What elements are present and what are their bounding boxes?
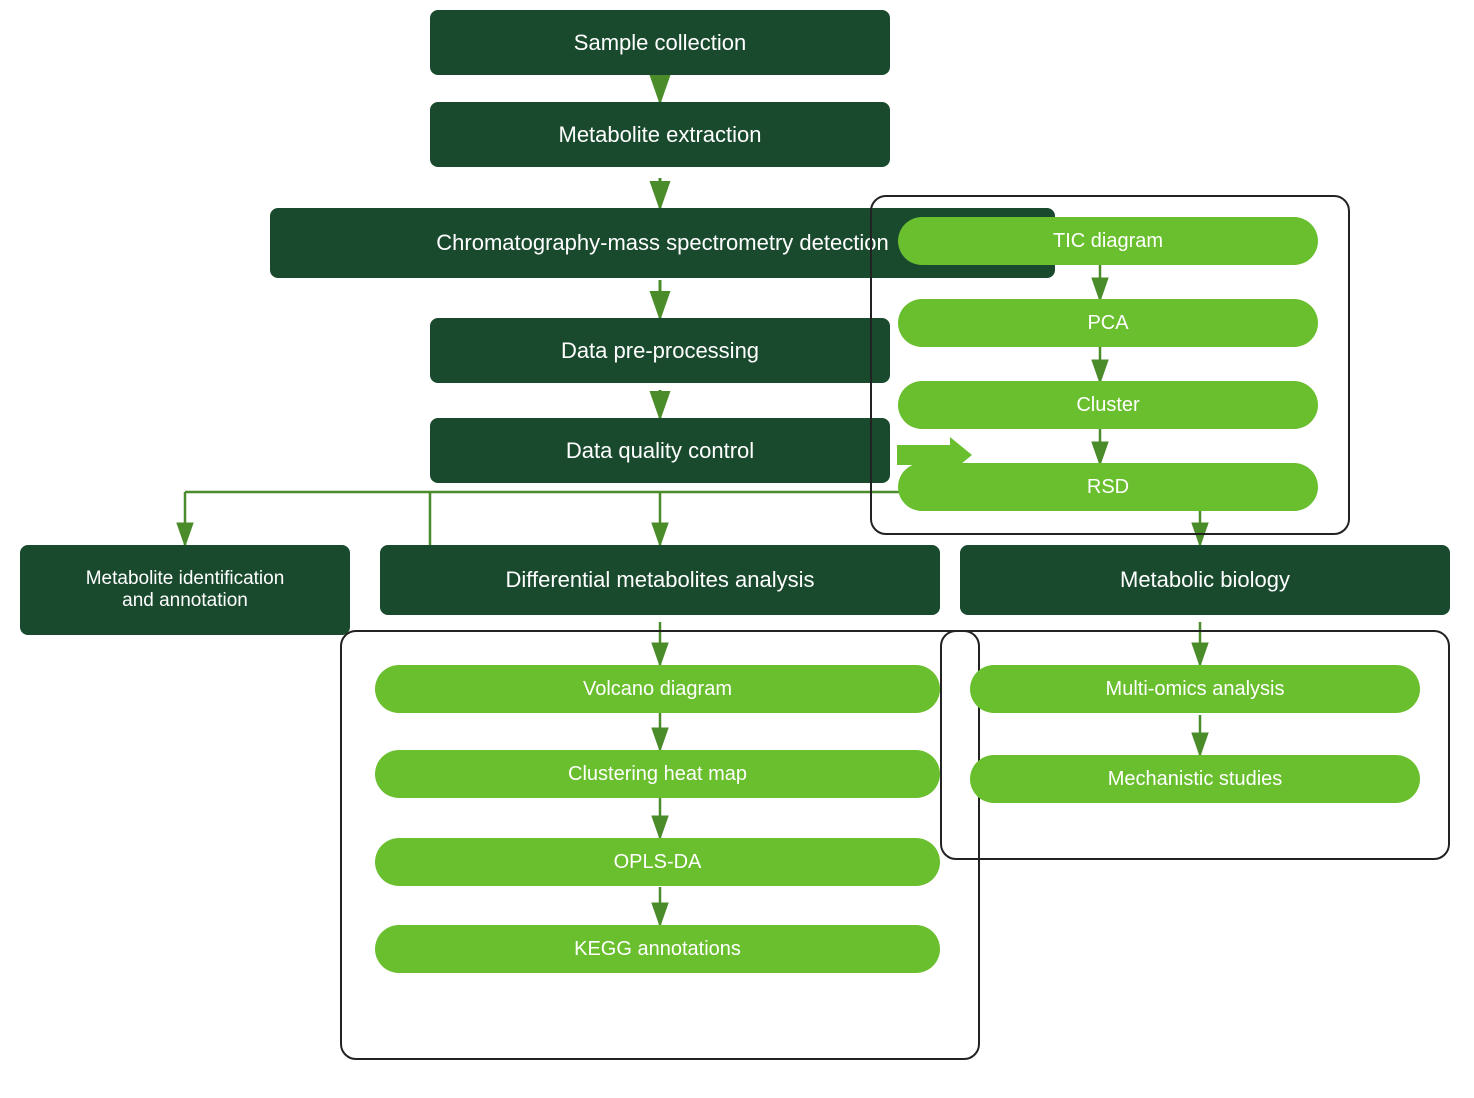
volcano-box: Volcano diagram	[375, 665, 940, 713]
data-preprocessing-box: Data pre-processing	[430, 318, 890, 383]
mechanistic-box: Mechanistic studies	[970, 755, 1420, 803]
clustering-heatmap-label: Clustering heat map	[568, 763, 747, 786]
qc-arrow	[897, 437, 977, 473]
volcano-label: Volcano diagram	[583, 678, 732, 701]
differential-box: Differential metabolites analysis	[380, 545, 940, 615]
clustering-heatmap-box: Clustering heat map	[375, 750, 940, 798]
multi-omics-label: Multi-omics analysis	[1106, 678, 1285, 701]
opls-da-label: OPLS-DA	[614, 851, 702, 874]
sample-collection-box: Sample collection	[430, 10, 890, 75]
pca-box: PCA	[898, 299, 1318, 347]
differential-label: Differential metabolites analysis	[506, 567, 815, 593]
rsd-label: RSD	[1087, 476, 1129, 499]
pca-label: PCA	[1087, 312, 1128, 335]
data-quality-box: Data quality control	[430, 418, 890, 483]
data-preprocessing-label: Data pre-processing	[561, 338, 759, 364]
data-quality-label: Data quality control	[566, 438, 754, 464]
kegg-box: KEGG annotations	[375, 925, 940, 973]
multi-omics-box: Multi-omics analysis	[970, 665, 1420, 713]
metabolic-biology-box: Metabolic biology	[960, 545, 1450, 615]
tic-box: TIC diagram	[898, 217, 1318, 265]
metabolite-id-box: Metabolite identification and annotation	[20, 545, 350, 635]
flowchart: Sample collection Metabolite extraction …	[0, 0, 1474, 1098]
tic-label: TIC diagram	[1053, 230, 1163, 253]
opls-da-box: OPLS-DA	[375, 838, 940, 886]
kegg-label: KEGG annotations	[574, 938, 741, 961]
metabolite-extraction-box: Metabolite extraction	[430, 102, 890, 167]
chromatography-label: Chromatography-mass spectrometry detecti…	[436, 230, 888, 256]
metabolic-biology-label: Metabolic biology	[1120, 567, 1290, 593]
cluster-box: Cluster	[898, 381, 1318, 429]
mechanistic-label: Mechanistic studies	[1108, 768, 1283, 791]
metabolite-extraction-label: Metabolite extraction	[559, 122, 762, 148]
metabolite-id-label: Metabolite identification and annotation	[86, 568, 285, 612]
cluster-label: Cluster	[1076, 394, 1139, 417]
sample-collection-label: Sample collection	[574, 30, 746, 56]
